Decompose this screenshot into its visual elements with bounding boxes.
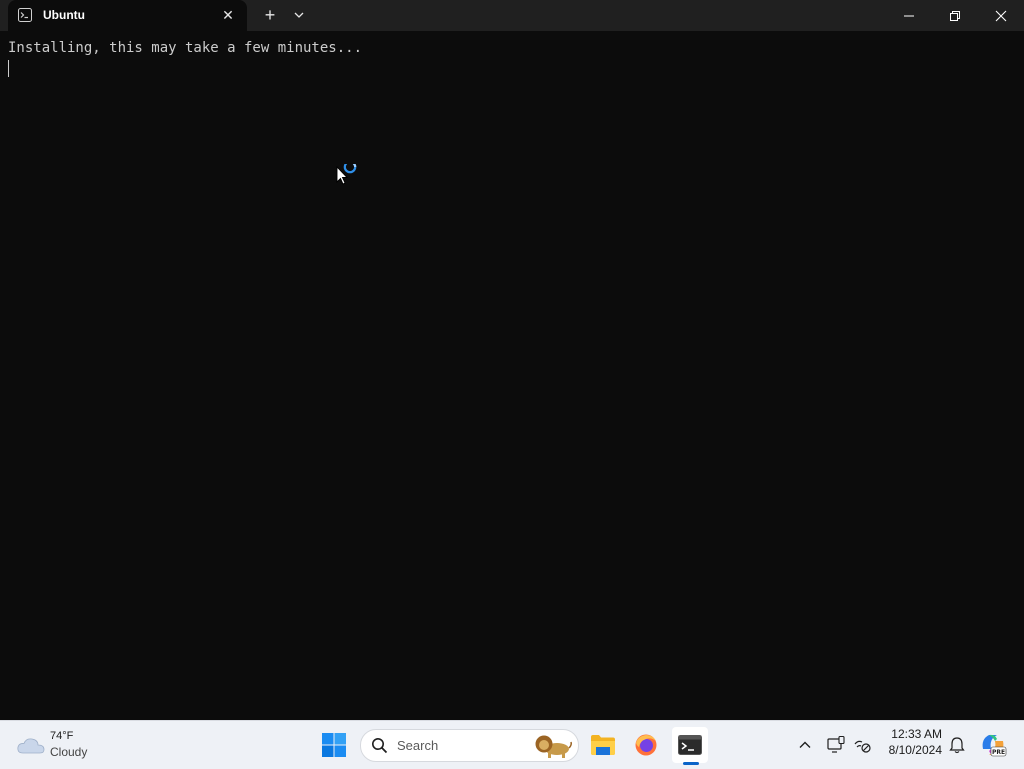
bell-icon[interactable] [947,735,967,755]
chevron-down-icon[interactable] [288,4,310,26]
minimize-button[interactable] [886,0,932,31]
weather-condition: Cloudy [50,745,88,759]
close-button[interactable] [978,0,1024,31]
tab-ubuntu[interactable]: Ubuntu ✕ [8,0,247,31]
monitor-icon[interactable] [826,735,846,755]
taskbar: 74°F Cloudy Search 12:33 AM 8/10/2024 PR… [0,720,1024,769]
title-bar: Ubuntu ✕ + [0,0,1024,31]
terminal-icon [678,735,702,755]
taskbar-terminal[interactable] [672,727,708,763]
search-input[interactable]: Search [360,729,579,762]
copilot-badge: PRE [992,749,1005,756]
tab-title: Ubuntu [43,8,85,22]
busy-pointer-icon [336,164,357,185]
lion-icon [535,735,572,758]
network-icon[interactable] [852,735,872,755]
clock-time: 12:33 AM [891,727,942,741]
weather-widget[interactable]: 74°F Cloudy [16,727,106,763]
restore-icon [950,10,960,21]
minimize-icon [904,15,914,16]
windows-start-icon[interactable] [318,729,350,761]
terminal-output-line: Installing, this may take a few minutes.… [8,40,363,56]
folder-icon [591,735,615,755]
taskbar-firefox[interactable] [628,727,664,763]
search-icon [372,738,388,754]
chevron-up-icon[interactable] [795,735,815,755]
new-tab-button[interactable]: + [259,4,281,26]
cloud-icon [17,738,45,754]
terminal-text-cursor [8,60,9,77]
copilot-icon[interactable]: PRE [979,731,1007,759]
clock-date: 8/10/2024 [888,743,942,757]
tab-close-button[interactable]: ✕ [219,6,237,24]
close-icon [995,10,1007,21]
active-app-indicator [683,762,699,765]
taskbar-file-explorer[interactable] [585,727,621,763]
weather-temperature: 74°F [50,730,74,742]
terminal-pane[interactable]: Installing, this may take a few minutes.… [0,31,1024,720]
restore-button[interactable] [932,0,978,31]
firefox-icon [635,734,657,756]
search-label: Search [397,738,439,753]
taskbar-clock[interactable]: 12:33 AM 8/10/2024 [880,727,942,763]
terminal-icon [18,8,32,22]
